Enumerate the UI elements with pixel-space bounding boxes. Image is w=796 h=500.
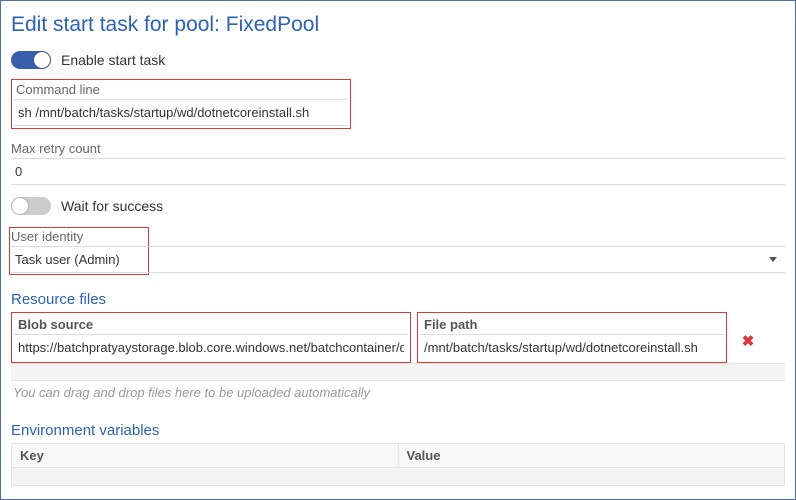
resource-drop-zone[interactable] bbox=[11, 363, 785, 381]
env-value-header: Value bbox=[399, 444, 785, 467]
delete-resource-icon[interactable]: ✖ bbox=[742, 332, 755, 350]
enable-start-task-label: Enable start task bbox=[61, 52, 165, 68]
command-line-label: Command line bbox=[14, 82, 348, 97]
command-line-input[interactable] bbox=[14, 99, 348, 126]
file-path-header: File path bbox=[420, 315, 724, 334]
wait-for-success-toggle[interactable] bbox=[11, 197, 51, 215]
blob-source-header: Blob source bbox=[14, 315, 408, 334]
page-title: Edit start task for pool: FixedPool bbox=[11, 13, 785, 37]
env-vars-table: Key Value bbox=[11, 443, 785, 468]
user-identity-select[interactable]: Task user (Admin) bbox=[11, 246, 785, 273]
file-path-highlight: File path bbox=[417, 312, 727, 363]
blob-source-highlight: Blob source bbox=[11, 312, 411, 363]
command-line-highlight: Command line bbox=[11, 79, 351, 129]
file-path-input[interactable] bbox=[420, 334, 724, 360]
max-retry-input[interactable] bbox=[11, 158, 785, 185]
resource-files-title: Resource files bbox=[11, 291, 785, 308]
resource-drop-hint-text: You can drag and drop files here to be u… bbox=[11, 381, 785, 404]
env-vars-empty-row[interactable] bbox=[11, 468, 785, 486]
user-identity-value: Task user (Admin) bbox=[15, 252, 120, 267]
chevron-down-icon bbox=[769, 257, 777, 262]
blob-source-input[interactable] bbox=[14, 334, 408, 360]
max-retry-label: Max retry count bbox=[11, 141, 785, 156]
enable-start-task-toggle[interactable] bbox=[11, 51, 51, 69]
user-identity-label: User identity bbox=[11, 229, 785, 244]
wait-for-success-label: Wait for success bbox=[61, 198, 163, 214]
env-key-header: Key bbox=[12, 444, 399, 467]
env-vars-title: Environment variables bbox=[11, 422, 785, 439]
